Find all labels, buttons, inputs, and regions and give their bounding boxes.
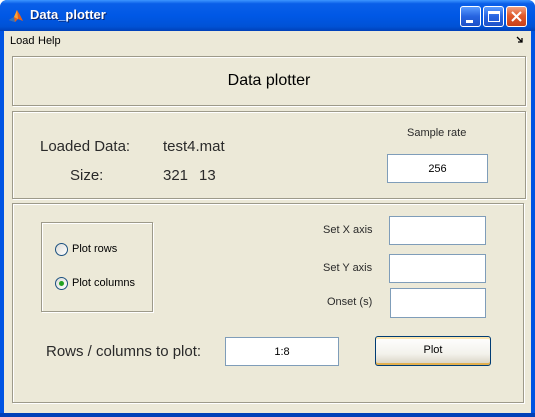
window-bottom-border: [0, 413, 535, 417]
menu-bar: Load Help: [4, 31, 531, 51]
window-title: Data_plotter: [30, 7, 106, 22]
sample-rate-label: Sample rate: [407, 127, 467, 139]
dock-arrow-icon[interactable]: [515, 35, 525, 45]
loaded-data-label: Loaded Data:: [40, 138, 131, 155]
radio-unselected-icon: [55, 243, 68, 256]
onset-label: Onset (s): [327, 296, 373, 308]
menu-help[interactable]: Help: [38, 35, 61, 47]
title-bar[interactable]: Data_plotter: [0, 0, 535, 31]
minimize-icon: [466, 20, 473, 23]
close-button[interactable]: [506, 6, 527, 27]
onset-input[interactable]: [390, 288, 486, 318]
size-label: Size:: [70, 167, 104, 184]
page-title: Data plotter: [227, 72, 311, 89]
x-axis-input[interactable]: [389, 216, 486, 245]
radio-plot-rows[interactable]: Plot rows: [55, 243, 145, 259]
radio-dot: [59, 281, 64, 286]
size-cols-value: 13: [199, 167, 216, 184]
radio-plot-columns[interactable]: Plot columns: [55, 277, 150, 293]
radio-selected-icon: [55, 277, 68, 290]
plot-button[interactable]: Plot: [375, 336, 491, 366]
app-window: Data_plotter Load Help Data plotter Load…: [0, 0, 535, 417]
y-axis-input[interactable]: [389, 254, 486, 283]
x-axis-label: Set X axis: [323, 224, 373, 236]
loaded-data-value: test4.mat: [163, 138, 225, 155]
maximize-icon: [488, 11, 500, 22]
rows-columns-input[interactable]: [225, 337, 339, 366]
rows-columns-label: Rows / columns to plot:: [46, 343, 202, 360]
sample-rate-input[interactable]: [387, 154, 488, 183]
menu-load[interactable]: Load: [10, 35, 34, 47]
minimize-button[interactable]: [460, 6, 481, 27]
matlab-logo-icon: [9, 10, 23, 22]
client-area: Load Help Data plotter Loaded Data: test…: [4, 31, 531, 413]
radio-plot-rows-label: Plot rows: [72, 243, 118, 255]
title-panel: Data plotter: [12, 56, 526, 106]
close-icon: [511, 11, 522, 22]
plot-mode-group: Plot rows Plot columns: [41, 222, 153, 312]
y-axis-label: Set Y axis: [323, 262, 373, 274]
controls-panel: Plot rows Plot columns Set X axis Set Y …: [12, 203, 524, 403]
maximize-button[interactable]: [483, 6, 504, 27]
info-panel: Loaded Data: test4.mat Size: 321 13 Samp…: [12, 111, 526, 199]
radio-plot-columns-label: Plot columns: [72, 277, 135, 289]
size-rows-value: 321: [163, 167, 189, 184]
